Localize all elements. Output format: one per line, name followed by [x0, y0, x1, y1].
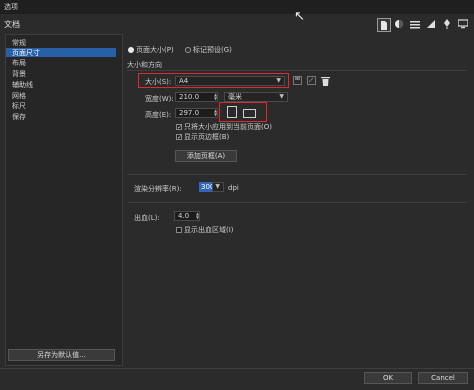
delete-icon[interactable] — [321, 76, 330, 86]
chevron-down-icon: ▼ — [215, 183, 220, 190]
bleed-label: 出血(L): — [134, 214, 160, 222]
sidebar: 常规 页面尺寸 布局 背景 辅助线 网格 标尺 保存 另存为默认值... — [5, 34, 123, 366]
monitor-icon[interactable] — [457, 18, 469, 30]
size-label: 大小(S): — [145, 78, 172, 86]
mouse-cursor-icon: ↖ — [294, 9, 305, 24]
sidebar-item-layout[interactable]: 布局 — [12, 58, 26, 67]
ok-button[interactable]: OK — [364, 372, 412, 384]
title-bar: 选项 — [0, 0, 474, 14]
save-as-default-button[interactable]: 另存为默认值... — [8, 349, 115, 361]
pen-icon[interactable] — [441, 18, 453, 30]
landscape-icon[interactable] — [243, 109, 256, 118]
page-size-radio-label: 页面大小(P) — [136, 46, 174, 54]
color-icon[interactable] — [393, 18, 405, 30]
chevron-down-icon: ▼ — [279, 93, 284, 100]
size-orientation-group-label: 大小和方向 — [127, 61, 162, 69]
sidebar-item-save[interactable]: 保存 — [12, 112, 26, 121]
show-bleed-checkbox[interactable] — [176, 227, 182, 233]
window-title: 选项 — [4, 3, 18, 11]
separator-3 — [127, 202, 467, 203]
group-separator — [127, 70, 467, 71]
preset-options-icon[interactable] — [307, 76, 316, 85]
chevron-down-icon: ▼ — [276, 77, 281, 84]
section-title: 文档 — [4, 20, 20, 29]
height-input[interactable]: 297.0 — [175, 108, 218, 118]
sidebar-item-background[interactable]: 背景 — [12, 69, 26, 78]
save-preset-icon[interactable] — [293, 76, 302, 85]
separator-2 — [127, 174, 467, 175]
cancel-button[interactable]: Cancel — [418, 372, 468, 384]
render-resolution-label: 渲染分辨率(R): — [134, 185, 182, 193]
sidebar-item-page-size[interactable]: 页面尺寸 — [6, 48, 116, 57]
add-frame-button[interactable]: 添加页框(A) — [175, 150, 237, 162]
label-preset-radio-label: 标记预设(G) — [193, 46, 232, 54]
show-bleed-label: 显示出血区域(I) — [184, 226, 234, 234]
document-icon[interactable] — [377, 18, 391, 32]
only-current-page-label: 只将大小应用到当前页面(O) — [184, 123, 272, 131]
bleed-spinner[interactable]: ▲ ▼ — [196, 212, 201, 222]
page-size-radio[interactable] — [128, 47, 134, 53]
sidebar-item-rulers[interactable]: 标尺 — [12, 101, 26, 110]
size-dropdown[interactable]: A4 ▼ — [175, 76, 285, 86]
show-page-border-checkbox[interactable]: ✓ — [176, 134, 182, 141]
show-page-border-label: 显示页边框(B) — [184, 133, 230, 141]
label-preset-radio[interactable] — [185, 47, 191, 53]
unit-value: 毫米 — [228, 93, 242, 101]
width-input[interactable]: 210.0 — [175, 92, 218, 102]
ruler-icon[interactable] — [425, 18, 437, 30]
only-current-page-checkbox[interactable]: ✓ — [176, 124, 182, 131]
portrait-icon[interactable] — [227, 106, 237, 118]
dpi-unit-label: dpi — [228, 184, 239, 192]
sidebar-item-guidelines[interactable]: 辅助线 — [12, 80, 33, 89]
sidebar-item-general[interactable]: 常规 — [12, 38, 26, 47]
height-label: 高度(E): — [145, 111, 172, 119]
size-value: A4 — [179, 77, 189, 85]
width-label: 宽度(W): — [145, 95, 174, 103]
unit-dropdown[interactable]: 毫米 ▼ — [224, 92, 288, 102]
render-resolution-input[interactable]: 300 — [199, 182, 214, 192]
render-resolution-dropdown[interactable]: ▼ — [212, 182, 224, 192]
footer-separator — [0, 368, 474, 369]
list-icon[interactable] — [409, 18, 421, 30]
sidebar-item-grid[interactable]: 网格 — [12, 91, 26, 100]
